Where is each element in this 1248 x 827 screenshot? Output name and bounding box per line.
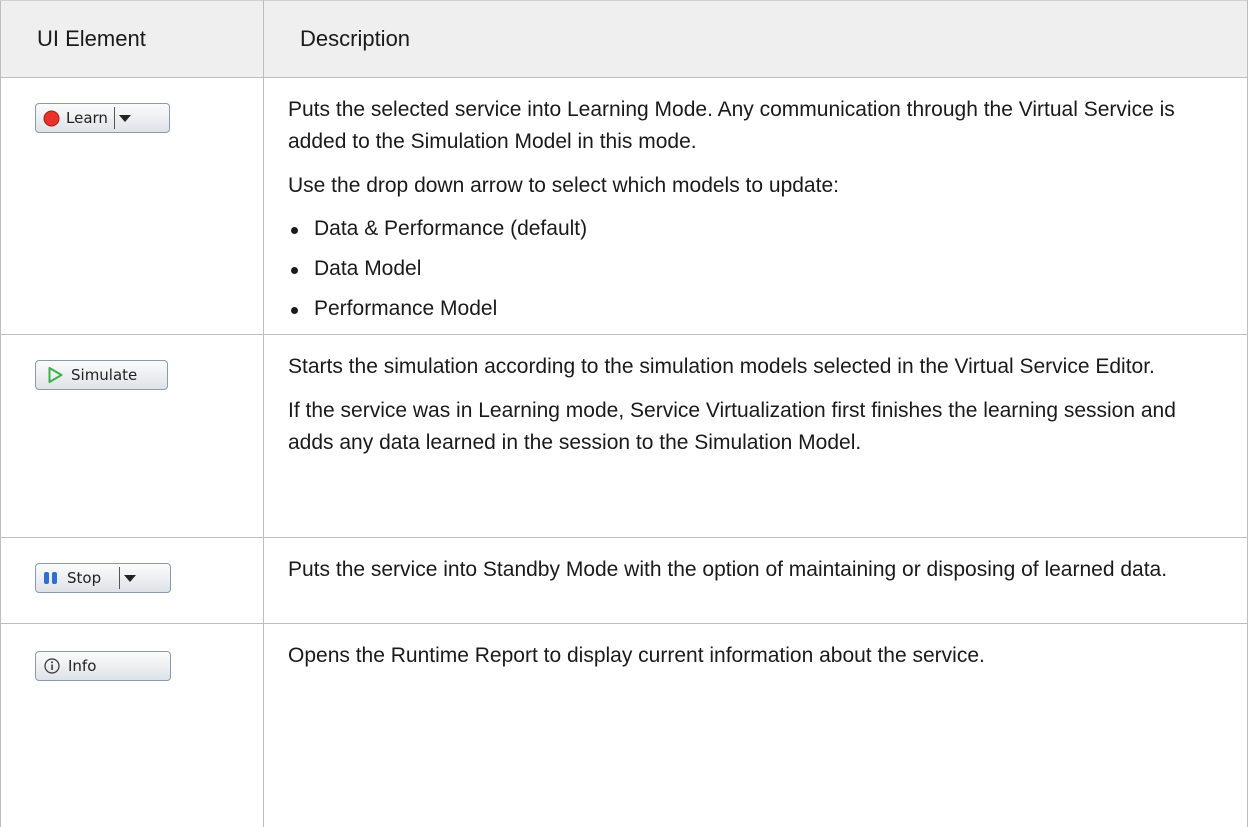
model-options-list: Data & Performance (default) Data Model … xyxy=(288,214,1223,323)
table-row-stop: Stop Puts the service into Standby Mode … xyxy=(0,537,1248,624)
stop-button[interactable]: Stop xyxy=(35,563,171,593)
learn-dropdown-arrow[interactable] xyxy=(113,107,136,129)
description-text: If the service was in Learning mode, Ser… xyxy=(288,399,1176,454)
column-header-description: Description xyxy=(263,0,1248,78)
table-row-learn: Learn Puts the selected service into Lea… xyxy=(0,77,1248,335)
description-text: Puts the service into Standby Mode with … xyxy=(288,558,1168,581)
list-item: Performance Model xyxy=(288,294,1223,323)
learn-button[interactable]: Learn xyxy=(35,103,170,133)
info-button[interactable]: Info xyxy=(35,651,171,681)
description-cell: Opens the Runtime Report to display curr… xyxy=(263,623,1248,827)
stop-button-label: Stop xyxy=(67,569,102,587)
description-text: Puts the selected service into Learning … xyxy=(288,98,1175,153)
description-cell: Puts the selected service into Learning … xyxy=(263,77,1248,335)
column-header-ui-element: UI Element xyxy=(0,0,264,78)
table-row-info: Info Opens the Runtime Report to display… xyxy=(0,623,1248,827)
description-text: Use the drop down arrow to select which … xyxy=(288,174,839,197)
ui-element-cell: Stop xyxy=(0,537,264,624)
description-cell: Starts the simulation according to the s… xyxy=(263,334,1248,538)
ui-element-cell: Learn xyxy=(0,77,264,335)
description-text: Starts the simulation according to the s… xyxy=(288,355,1155,378)
learn-button-label: Learn xyxy=(66,109,108,127)
ui-elements-table: UI Element Description Learn Puts the se… xyxy=(0,0,1248,827)
info-icon xyxy=(44,658,60,674)
pause-icon xyxy=(43,570,59,586)
table-row-simulate: Simulate Starts the simulation according… xyxy=(0,334,1248,538)
description-text: Opens the Runtime Report to display curr… xyxy=(288,644,985,667)
record-icon xyxy=(43,110,60,127)
stop-dropdown-arrow[interactable] xyxy=(119,567,141,589)
simulate-button[interactable]: Simulate xyxy=(35,360,168,390)
header-row: UI Element Description xyxy=(0,0,1248,78)
chevron-down-icon xyxy=(124,569,136,587)
ui-element-cell: Simulate xyxy=(0,334,264,538)
simulate-button-label: Simulate xyxy=(71,366,138,384)
list-item: Data & Performance (default) xyxy=(288,214,1223,243)
ui-element-cell: Info xyxy=(0,623,264,827)
description-cell: Puts the service into Standby Mode with … xyxy=(263,537,1248,624)
play-icon xyxy=(48,367,63,383)
info-button-label: Info xyxy=(68,657,97,675)
chevron-down-icon xyxy=(118,109,131,127)
list-item: Data Model xyxy=(288,254,1223,283)
